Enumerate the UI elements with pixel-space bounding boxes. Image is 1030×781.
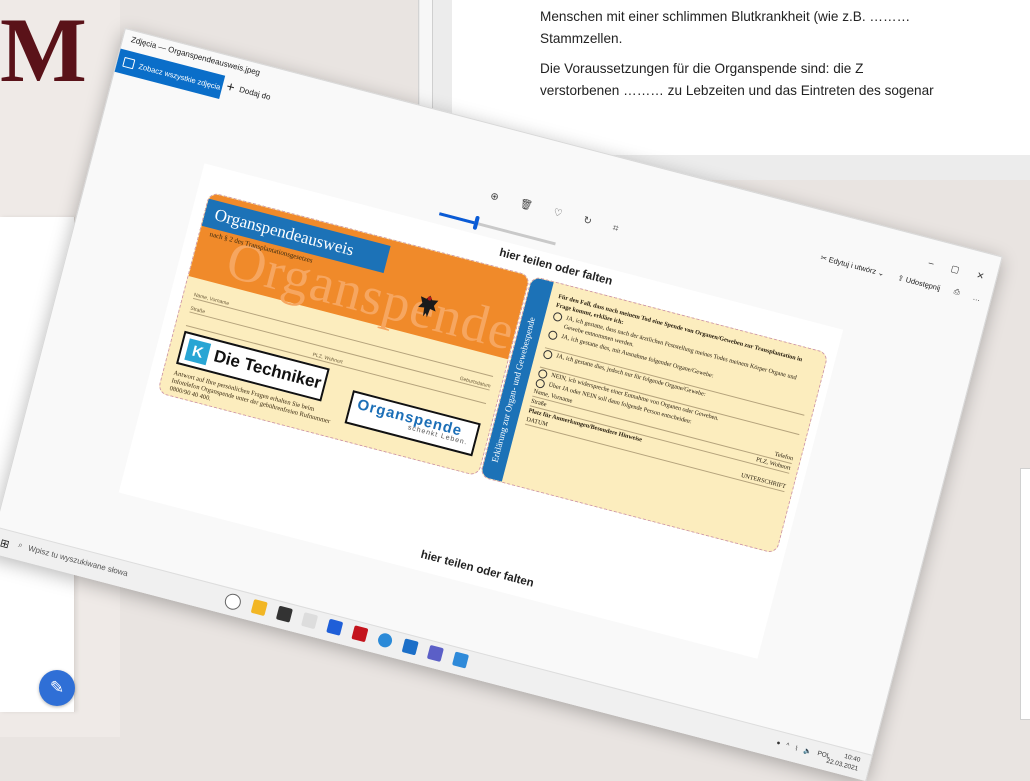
background-logo: M — [0, 0, 87, 101]
zoom-in-icon[interactable]: ⊕ — [489, 191, 500, 204]
doc-line-4: verstorbenen ……… zu Lebzeiten und das Ei… — [540, 83, 934, 98]
doc-line-3: Die Voraussetzungen für die Organspende … — [540, 61, 864, 76]
doc-line-1: Menschen mit einer schlimmen Blutkrankhe… — [540, 9, 911, 24]
edit-create-label: Edytuj i utwórz — [827, 254, 878, 276]
displayed-image: hier teilen oder falten Organspende Orga… — [118, 163, 844, 659]
background-right-card — [1020, 468, 1030, 720]
netflix-icon[interactable] — [351, 625, 369, 643]
birth-field-label: Geburtsdatum — [458, 375, 492, 390]
radio-icon — [552, 311, 564, 323]
card-back: Erklärung zur Organ- und Gewebespende Fü… — [479, 275, 829, 555]
plus-icon: + — [224, 77, 237, 96]
radio-icon — [537, 368, 549, 380]
name-field-label: Name, Vorname — [193, 292, 230, 308]
edit-create-button[interactable]: ✂ Edytuj i utwórz ⌄ — [820, 252, 886, 277]
techniker-mark-icon: K — [184, 338, 212, 366]
photos-taskbar-icon[interactable] — [451, 651, 470, 669]
close-icon[interactable]: ✕ — [975, 270, 986, 283]
favorite-icon[interactable]: ♡ — [552, 207, 563, 220]
mail-icon[interactable] — [401, 638, 419, 656]
radio-icon — [547, 329, 559, 341]
zoom-slider-knob[interactable] — [472, 215, 480, 231]
system-tray: ● ^ ⌇ 🔈 POL — [775, 739, 831, 761]
store-icon[interactable] — [275, 605, 293, 623]
zoom-slider-fill — [438, 212, 475, 225]
search-icon: ⌕ — [17, 539, 24, 550]
street-field-label: Straße — [189, 305, 206, 316]
word-document-text: Menschen mit einer schlimmen Blutkrankhe… — [540, 6, 1030, 110]
explorer-icon[interactable] — [250, 599, 268, 617]
edge-icon[interactable] — [376, 631, 394, 649]
add-to-label: Dodaj do — [238, 84, 272, 102]
organspende-logo: Organspende schenkt Leben. — [344, 390, 481, 457]
tray-app-icon[interactable]: ● — [775, 739, 782, 748]
doc-line-2: Stammzellen. — [540, 31, 623, 46]
network-icon[interactable]: ⌇ — [794, 744, 799, 753]
print-icon[interactable]: ⎙ — [953, 287, 961, 298]
volume-icon[interactable]: 🔈 — [803, 747, 813, 757]
word-doc-icon[interactable] — [301, 612, 319, 630]
fold-label-bottom: hier teilen oder falten — [419, 548, 535, 590]
back-form: Für den Fall, dass nach meinem Tod eine … — [524, 292, 819, 493]
windows-start-icon[interactable]: ⊞ — [0, 536, 11, 551]
minimize-icon[interactable]: – — [927, 257, 935, 269]
maximize-icon[interactable]: ▢ — [950, 263, 961, 276]
delete-icon[interactable]: 🗑 — [518, 198, 533, 212]
radio-icon — [542, 348, 554, 360]
clock[interactable]: 10:40 22.03.2021 — [825, 748, 861, 774]
dropbox-icon[interactable] — [326, 618, 344, 636]
rotate-icon[interactable]: ↻ — [582, 215, 593, 228]
share-button[interactable]: ⇪ Udostępnij — [897, 273, 942, 293]
card-front: Organspende Organspendeausweis nach § 2 … — [157, 191, 531, 477]
chevron-up-icon[interactable]: ^ — [785, 742, 790, 751]
photos-icon — [122, 56, 136, 70]
taskbar-apps — [223, 591, 470, 671]
crop-icon[interactable]: ⌗ — [611, 223, 619, 235]
city-field-label: PLZ, Wohnort — [311, 351, 344, 366]
share-label: Udostępnij — [904, 274, 942, 293]
more-icon[interactable]: … — [972, 292, 982, 303]
task-view-icon[interactable] — [223, 591, 243, 612]
teams-icon[interactable] — [426, 644, 444, 662]
edit-fab-icon[interactable]: ✎ — [39, 670, 75, 706]
image-toolbar: ⊕ 🗑 ♡ ↻ ⌗ — [489, 191, 620, 235]
